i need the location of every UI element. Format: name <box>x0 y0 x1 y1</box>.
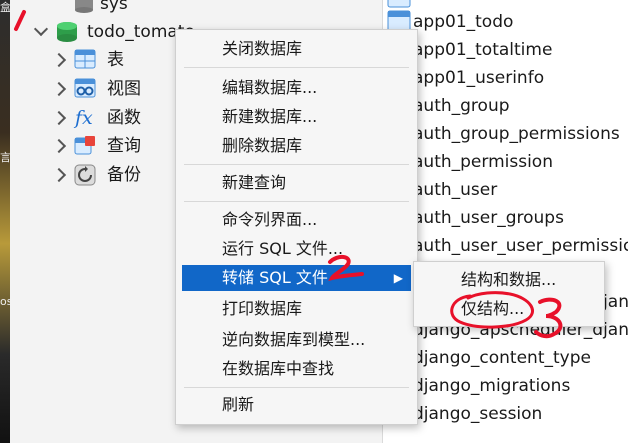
table-list-item[interactable]: app01_userinfo <box>413 64 544 92</box>
submenu-arrow-icon: ▶ <box>393 271 403 285</box>
menu-item-close-database[interactable]: 关闭数据库 <box>182 36 411 62</box>
table-list-item[interactable]: django_content_type <box>413 344 591 372</box>
view-icon <box>74 78 96 98</box>
backup-icon <box>74 164 96 186</box>
tree-node-label: 视图 <box>107 79 141 99</box>
chevron-right-icon[interactable] <box>51 110 67 126</box>
menu-separator <box>184 387 409 388</box>
table-list-item[interactable]: auth_user <box>413 176 497 204</box>
chevron-right-icon[interactable] <box>51 138 67 154</box>
menu-item-edit-database[interactable]: 编辑数据库... <box>182 75 411 101</box>
dump-sql-submenu: 结构和数据... 仅结构... <box>413 261 605 327</box>
table-list-item[interactable]: app01_todo <box>413 8 513 36</box>
table-list-item[interactable]: auth_user_groups <box>413 204 564 232</box>
table-list-item[interactable]: auth_group <box>413 92 510 120</box>
menu-item-refresh[interactable]: 刷新 <box>182 392 411 418</box>
chevron-right-icon[interactable] <box>51 52 67 68</box>
table-icon <box>74 49 96 69</box>
tree-node-label: 备份 <box>107 165 141 185</box>
menu-item-print-database[interactable]: 打印数据库 <box>182 296 411 322</box>
table-list-item[interactable]: auth_user_user_permissic <box>413 232 628 260</box>
menu-item-new-query[interactable]: 新建查询 <box>182 170 411 196</box>
menu-separator <box>184 164 409 165</box>
menu-item-command-line[interactable]: 命令列界面... <box>182 207 411 233</box>
query-icon <box>74 136 95 155</box>
menu-item-find-in-database[interactable]: 在数据库中查找 <box>182 356 411 382</box>
table-icon <box>387 0 411 8</box>
tree-node-label: 查询 <box>107 136 141 156</box>
table-list-item[interactable]: app01_totaltime <box>413 36 552 64</box>
database-icon <box>75 0 93 13</box>
menu-separator <box>184 67 409 68</box>
tree-db-label: sys <box>100 0 128 14</box>
desktop-background-strip: 盒 言 os <box>0 0 12 443</box>
database-context-menu: 关闭数据库 编辑数据库... 新建数据库... 删除数据库 新建查询 命令列界面… <box>175 29 418 425</box>
function-icon: fx <box>75 107 93 129</box>
menu-item-new-database[interactable]: 新建数据库... <box>182 104 411 130</box>
menu-item-reverse-to-model[interactable]: 逆向数据库到模型... <box>182 327 411 353</box>
chevron-down-icon[interactable] <box>33 21 49 37</box>
menu-item-label: 转储 SQL 文件 <box>222 268 328 287</box>
chevron-right-icon[interactable] <box>51 81 67 97</box>
chevron-right-icon[interactable] <box>51 167 67 183</box>
menu-item-delete-database[interactable]: 删除数据库 <box>182 133 411 159</box>
table-list-item[interactable]: django_migrations <box>413 372 570 400</box>
menu-item-structure-only[interactable]: 仅结构... <box>420 296 598 322</box>
menu-separator <box>184 201 409 202</box>
database-icon <box>57 22 77 42</box>
table-list-item[interactable]: auth_permission <box>413 148 553 176</box>
menu-item-dump-sql-file[interactable]: 转储 SQL 文件 ▶ <box>182 265 411 291</box>
table-list-item[interactable]: auth_group_permissions <box>413 120 620 148</box>
menu-item-structure-and-data[interactable]: 结构和数据... <box>420 267 598 293</box>
table-list-item[interactable]: django_session <box>413 400 542 428</box>
object-list-panel: app01_todo app01_totaltime app01_userinf… <box>383 0 628 443</box>
tree-node-label: 表 <box>107 50 124 70</box>
tree-node-label: 函数 <box>107 108 141 128</box>
menu-item-run-sql-file[interactable]: 运行 SQL 文件... <box>182 236 411 262</box>
